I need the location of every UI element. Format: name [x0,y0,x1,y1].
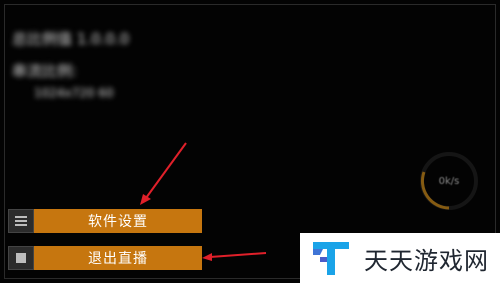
arrow-to-settings [145,142,187,199]
software-settings-button[interactable]: 软件设置 [8,209,202,233]
software-settings-label: 软件设置 [34,209,202,233]
watermark-logo-icon [313,242,349,275]
arrow-to-exit [209,252,267,258]
stream-info-line-2: 串流比例: [12,62,78,80]
watermark-banner: 天天游戏网 [300,233,500,283]
watermark-text: 天天游戏网 [364,246,489,275]
arrow-head-exit [202,253,212,261]
arrow-head-settings [140,194,151,205]
speed-dial: 0k/s [418,150,480,212]
stop-square-icon [8,246,34,270]
stream-info-line-3: 1024x720 60 [34,86,114,100]
stream-info-line-1: 总比例值 1.0.0.0 [12,30,130,48]
app-screen: 总比例值 1.0.0.0 串流比例: 1024x720 60 0k/s 软件设置… [0,0,500,283]
speed-value: 0k/s [438,175,460,187]
exit-live-label: 退出直播 [34,246,202,270]
hamburger-menu-icon [8,209,34,233]
exit-live-button[interactable]: 退出直播 [8,246,202,270]
